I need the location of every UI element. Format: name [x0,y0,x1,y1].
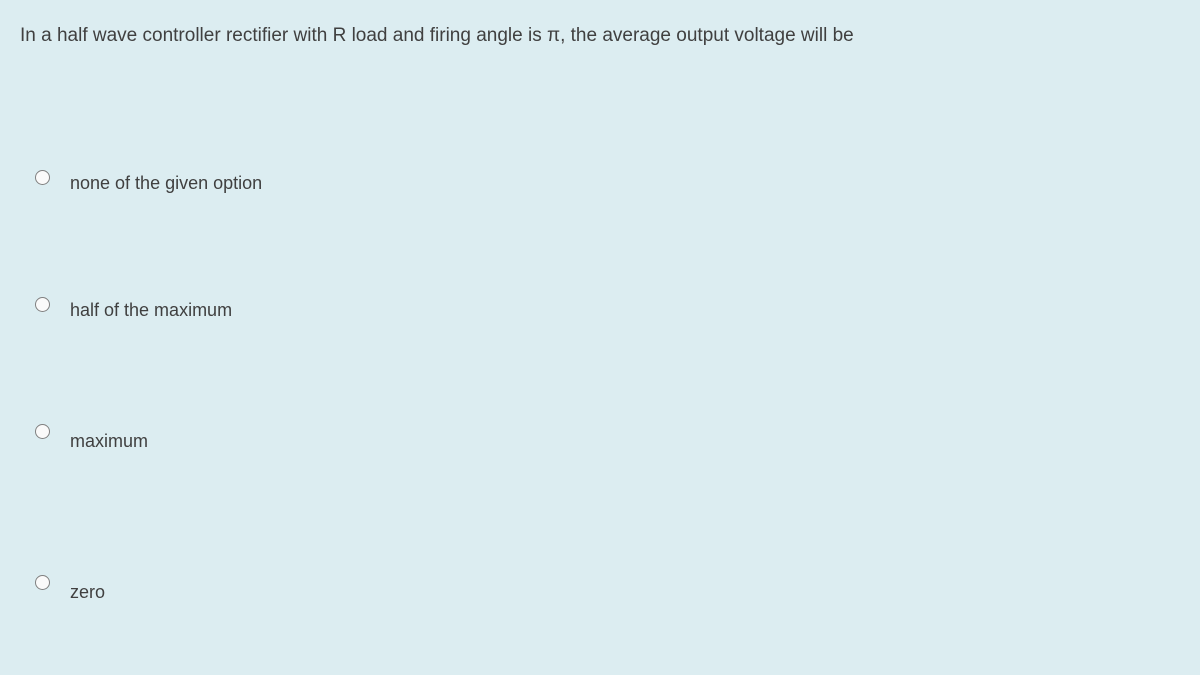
option-row: maximum [20,421,1180,452]
radio-option-3[interactable] [35,424,50,439]
options-container: none of the given option half of the max… [20,167,1180,603]
option-label: none of the given option [70,167,262,194]
option-row: zero [20,572,1180,603]
radio-option-2[interactable] [35,297,50,312]
radio-option-1[interactable] [35,170,50,185]
question-text: In a half wave controller rectifier with… [20,25,1180,47]
option-label: half of the maximum [70,294,232,321]
option-row: half of the maximum [20,294,1180,321]
radio-option-4[interactable] [35,575,50,590]
option-row: none of the given option [20,167,1180,194]
option-label: zero [70,572,105,603]
option-label: maximum [70,421,148,452]
